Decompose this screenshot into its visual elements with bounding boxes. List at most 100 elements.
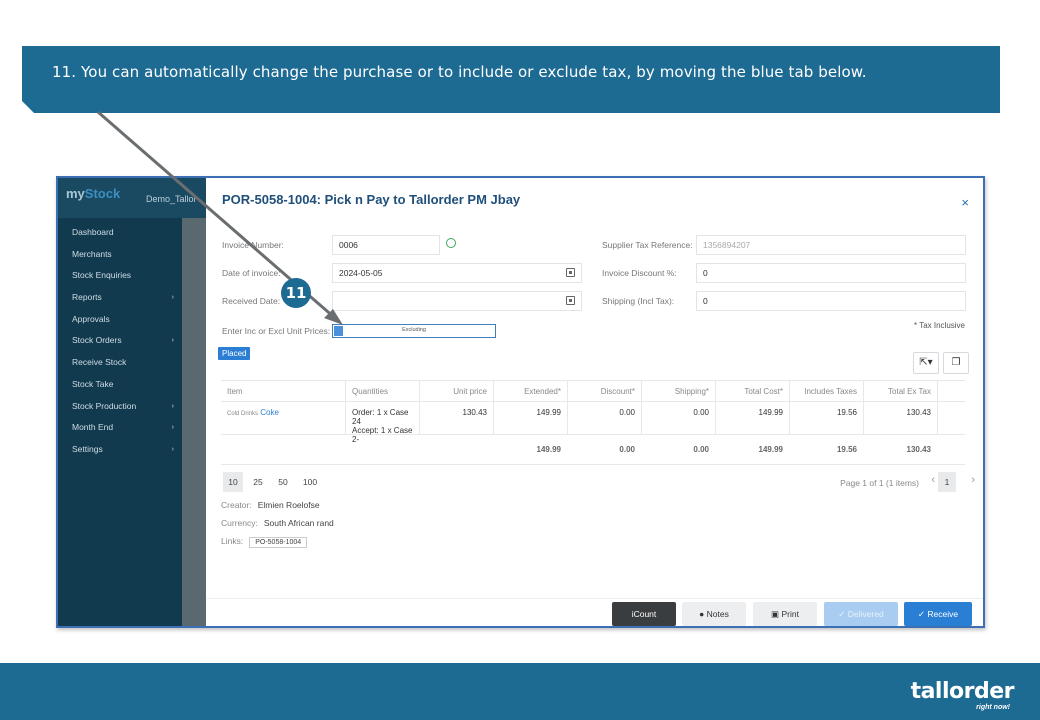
header-quantities: Quantities bbox=[345, 381, 419, 401]
shipping-cell[interactable]: 0.00 bbox=[641, 402, 715, 434]
export-button[interactable]: ⇱▾ bbox=[913, 352, 939, 374]
export-icon: ⇱▾ bbox=[919, 357, 933, 368]
discount-cell[interactable]: 0.00 bbox=[567, 402, 641, 434]
app-logo[interactable]: myStock bbox=[66, 186, 120, 201]
page-size-100[interactable]: 100 bbox=[298, 472, 322, 492]
footer-bar: tallorder right now! bbox=[0, 663, 1040, 720]
page-number-button[interactable]: 1 bbox=[938, 472, 956, 492]
notes-label: Notes bbox=[706, 609, 729, 619]
check-circle-icon bbox=[446, 238, 456, 248]
checkmark-icon: ✓ bbox=[917, 609, 928, 619]
shipping-input[interactable]: 0 bbox=[696, 291, 966, 311]
unit-price-cell[interactable]: 130.43 bbox=[419, 402, 493, 434]
header-shipping: Shipping* bbox=[641, 381, 715, 401]
page-title: POR-5058-1004: Pick n Pay to Tallorder P… bbox=[222, 192, 521, 207]
received-date-input[interactable] bbox=[332, 291, 582, 311]
sidebar-item-settings[interactable]: Settings › bbox=[58, 439, 182, 461]
row-blank bbox=[937, 402, 965, 434]
extended-cell[interactable]: 149.99 bbox=[493, 402, 567, 434]
header-total-ex-tax: Total Ex Tax bbox=[863, 381, 937, 401]
chevron-right-icon: › bbox=[171, 445, 174, 453]
table-row[interactable]: Cold Drinks Coke Order: 1 x Case 24 Accep… bbox=[221, 402, 965, 444]
delivered-button[interactable]: ✓ Delivered bbox=[824, 602, 898, 626]
supplier-tax-ref-input[interactable]: 1356894207 bbox=[696, 235, 966, 255]
receive-button[interactable]: ✓ Receive bbox=[904, 602, 972, 626]
header-unit-price: Unit price bbox=[419, 381, 493, 401]
delivered-label: Delivered bbox=[847, 609, 884, 619]
sidebar-item-stock-enquiries[interactable]: Stock Enquiries bbox=[58, 265, 182, 287]
purchase-order-panel: POR-5058-1004: Pick n Pay to Tallorder P… bbox=[206, 178, 983, 626]
chevron-right-icon[interactable]: › bbox=[971, 474, 975, 486]
sidebar-item-merchants[interactable]: Merchants bbox=[58, 244, 182, 266]
page-size-50[interactable]: 50 bbox=[273, 472, 293, 492]
invoice-date-value: 2024-05-05 bbox=[339, 268, 383, 278]
copy-button[interactable]: ❐ bbox=[943, 352, 969, 374]
header-blank bbox=[937, 381, 965, 401]
chevron-left-icon[interactable]: ‹ bbox=[931, 474, 935, 486]
header-includes-taxes: Includes Taxes bbox=[789, 381, 863, 401]
sidebar-item-dashboard[interactable]: Dashboard bbox=[58, 222, 182, 244]
logo-tagline: right now! bbox=[976, 704, 1010, 711]
total-ex-tax-cell: 130.43 bbox=[863, 402, 937, 434]
tax-inclusive-note: * Tax Inclusive bbox=[914, 321, 965, 330]
notes-button[interactable]: ● Notes bbox=[682, 602, 746, 626]
sidebar-item-reports[interactable]: Reports › bbox=[58, 287, 182, 309]
sidebar-item-label: Receive Stock bbox=[72, 357, 127, 368]
chevron-right-icon: › bbox=[171, 402, 174, 410]
shipping-label: Shipping (Incl Tax): bbox=[602, 296, 675, 306]
invoice-discount-input[interactable]: 0 bbox=[696, 263, 966, 283]
close-icon[interactable]: × bbox=[961, 195, 969, 210]
tax-toggle[interactable]: Excluding bbox=[332, 324, 496, 338]
calendar-icon[interactable] bbox=[566, 268, 575, 277]
receive-label: Receive bbox=[927, 609, 959, 619]
chevron-right-icon: › bbox=[171, 337, 174, 345]
copy-icon: ❐ bbox=[951, 357, 961, 368]
checkmark-icon: ✓ bbox=[838, 609, 848, 619]
chevron-right-icon: › bbox=[171, 424, 174, 432]
item-category: Cold Drinks bbox=[227, 411, 259, 417]
page-size-10[interactable]: 10 bbox=[223, 472, 243, 492]
invoice-date-input[interactable]: 2024-05-05 bbox=[332, 263, 582, 283]
sidebar-item-label: Dashboard bbox=[72, 227, 114, 237]
sidebar-item-label: Stock Orders bbox=[72, 335, 122, 346]
tallorder-logo: tallorder bbox=[910, 679, 1015, 704]
received-date-label: Received Date: bbox=[222, 296, 281, 306]
header-extended: Extended* bbox=[493, 381, 567, 401]
sidebar-item-month-end[interactable]: Month End › bbox=[58, 417, 182, 439]
sidebar-item-approvals[interactable]: Approvals bbox=[58, 309, 182, 331]
slide: 11. You can automatically change the pur… bbox=[0, 0, 1040, 720]
chevron-right-icon: › bbox=[171, 294, 174, 302]
sidebar-item-label: Stock Production bbox=[72, 400, 137, 411]
item-link[interactable]: Coke bbox=[260, 408, 279, 417]
invoice-number-input[interactable]: 0006 bbox=[332, 235, 440, 255]
invoice-number-label: Invoice Number: bbox=[222, 240, 284, 250]
sidebar-item-receive-stock[interactable]: Receive Stock bbox=[58, 352, 182, 374]
inc-excl-label: Enter Inc or Excl Unit Prices: bbox=[222, 326, 331, 336]
sidebar-item-stock-orders[interactable]: Stock Orders › bbox=[58, 330, 182, 352]
printer-icon: ▣ bbox=[771, 609, 782, 619]
sidebar-item-label: Stock Take bbox=[72, 378, 114, 389]
total-shipping: 0.00 bbox=[693, 445, 709, 454]
calendar-icon[interactable] bbox=[566, 296, 575, 305]
sidebar-item-stock-production[interactable]: Stock Production › bbox=[58, 396, 182, 418]
header-item: Item bbox=[227, 387, 243, 396]
print-label: Print bbox=[781, 609, 799, 619]
po-link[interactable]: PO-5058-1004 bbox=[249, 537, 308, 548]
tenant-name: Demo_Tallor bbox=[146, 194, 197, 204]
creator-row: Creator: Elmien Roelofse bbox=[221, 500, 320, 510]
order-lines-table: Item Quantities Unit price Extended* Dis… bbox=[221, 380, 965, 465]
header-discount: Discount* bbox=[567, 381, 641, 401]
links-row: Links: PO-5058-1004 bbox=[221, 536, 308, 548]
instruction-text: 11. You can automatically change the pur… bbox=[52, 63, 867, 81]
icount-button[interactable]: iCount bbox=[612, 602, 676, 626]
sidebar-divider bbox=[182, 218, 206, 626]
sidebar-item-label: Merchants bbox=[72, 248, 112, 259]
sidebar-item-label: Approvals bbox=[72, 313, 110, 324]
sidebar-item-label: Stock Enquiries bbox=[72, 270, 132, 281]
creator-value: Elmien Roelofse bbox=[257, 500, 320, 510]
total-discount: 0.00 bbox=[619, 445, 635, 454]
print-button[interactable]: ▣ Print bbox=[753, 602, 817, 626]
sidebar-item-stock-take[interactable]: Stock Take bbox=[58, 374, 182, 396]
page-size-25[interactable]: 25 bbox=[248, 472, 268, 492]
total-extended: 149.99 bbox=[536, 445, 561, 454]
